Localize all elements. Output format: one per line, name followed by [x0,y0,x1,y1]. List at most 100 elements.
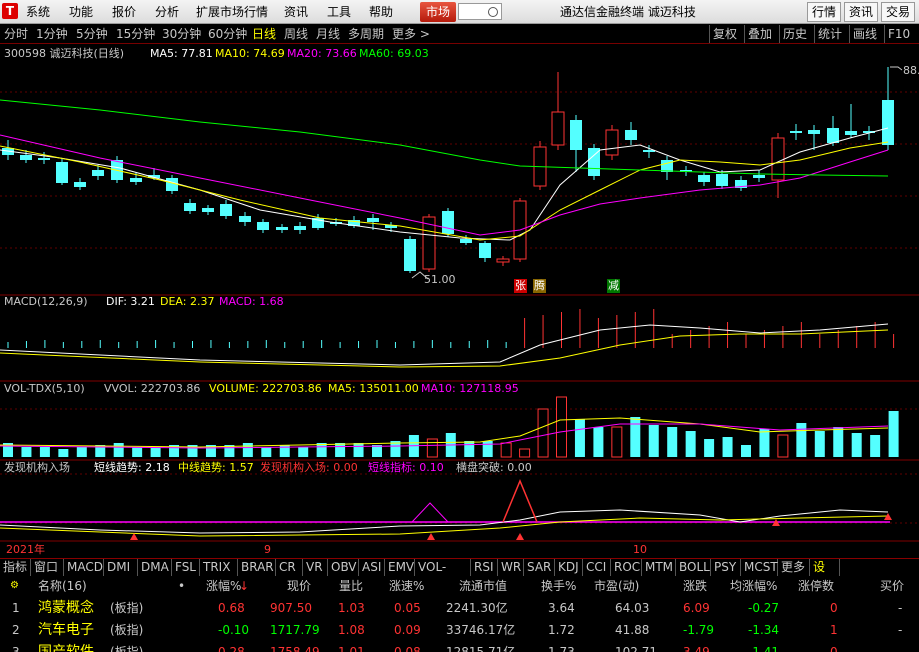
indicator-tab-9[interactable]: VR [303,559,328,576]
table-row-1-tag: (板指) [110,623,144,637]
period-day[interactable]: 日线 [252,24,276,44]
col-limit-up-count[interactable]: 涨停数 [798,576,834,596]
vol-bar-29 [537,408,549,458]
col-bid[interactable]: 买价 [880,576,904,596]
candle-body-39 [716,174,728,186]
indicator-tab-4[interactable]: DMA [138,559,172,576]
indicator-tab-13[interactable]: VOL-TDX [415,559,471,590]
col-name[interactable]: 名称(16) [38,576,87,596]
vol-bar-2 [39,447,50,457]
menu-quote[interactable]: 报价 [112,0,136,24]
candle-body-33 [605,129,619,156]
indicator-tab-5[interactable]: FSL [172,559,200,576]
table-row-0-zt: 0 [830,601,838,615]
indicator-tab-11[interactable]: ASI [359,559,385,576]
col-market-value[interactable]: 流通市值 [459,576,507,596]
search-input[interactable] [458,3,502,20]
market-button[interactable]: 市场 [420,2,456,22]
inst-up-arrow-1 [427,533,435,540]
table-row-1-turn: 1.72 [548,623,575,637]
col-pe[interactable]: 市盈(动) [594,576,639,596]
table-row-1-mv: 33746.17亿 [446,623,516,637]
search-icon [488,7,498,17]
vol-bar-41 [759,429,770,457]
draw-button[interactable]: 画线 [849,25,880,43]
table-row-2-buy: - [898,645,903,652]
inst-mid-line [0,515,889,537]
table-row-0-name[interactable]: 鸿蒙概念 [38,598,94,618]
indicator-tab-12[interactable]: EMV [385,559,415,576]
indicator-tab-7[interactable]: BRAR [238,559,276,576]
indicator-tab-22[interactable]: PSY [711,559,741,576]
trade-button[interactable]: 交易 [881,2,916,22]
col-change[interactable]: 涨跌 [683,576,707,596]
menu-system[interactable]: 系统 [26,0,50,24]
indicator-tab-21[interactable]: BOLL [676,559,711,576]
period-week[interactable]: 周线 [284,24,308,44]
history-button[interactable]: 历史 [779,25,810,43]
col-turnover[interactable]: 换手% [541,576,576,596]
table-row-2-name[interactable]: 国产软件 [38,642,94,652]
table-row-2-zd: 3.49 [683,645,710,652]
indicator-tab-19[interactable]: ROC [611,559,642,576]
table-row-0-avg: -0.27 [748,601,780,615]
candle-body-26 [479,243,491,258]
menu-news[interactable]: 资讯 [284,0,308,24]
indicator-tab-16[interactable]: SAR [524,559,555,576]
vol-bar-42 [777,434,789,458]
col-price[interactable]: 现价 [287,576,311,596]
indicator-tab-17[interactable]: KDJ [555,559,583,576]
vol-ma5-line [0,417,889,448]
f10-button[interactable]: F10 [884,25,913,43]
period-5min[interactable]: 5分钟 [76,24,108,44]
menu-tools[interactable]: 工具 [327,0,351,24]
overlay-button[interactable]: 叠加 [744,25,775,43]
table-row-0-buy: - [898,601,903,615]
col-volume-ratio[interactable]: 量比 [339,576,363,596]
app-logo-icon: T [2,3,18,19]
menu-help[interactable]: 帮助 [369,0,393,24]
period-30min[interactable]: 30分钟 [162,24,201,44]
indicator-tab-1[interactable]: 窗口 [31,559,64,576]
period-multi[interactable]: 多周期 [348,24,384,44]
indicator-tab-20[interactable]: MTM [642,559,676,576]
adjust-button[interactable]: 复权 [709,25,740,43]
indicator-tab-18[interactable]: CCI [583,559,611,576]
indicator-tab-15[interactable]: WR [498,559,524,576]
candle-body-20 [367,218,379,222]
menu-analysis[interactable]: 分析 [155,0,179,24]
vol-bar-7 [132,447,143,457]
col-change-pct[interactable]: 涨幅% [206,576,241,596]
indicator-tab-2[interactable]: MACD [64,559,104,576]
indicator-tab-8[interactable]: CR [276,559,303,576]
period-timeshare[interactable]: 分时 [4,24,28,44]
inst-name-label: 发现机构入场 [4,461,70,474]
period-1min[interactable]: 1分钟 [36,24,68,44]
period-60min[interactable]: 60分钟 [208,24,247,44]
stats-button[interactable]: 统计 [814,25,845,43]
menu-extended-market[interactable]: 扩展市场行情 [196,0,268,24]
indicator-tab-6[interactable]: TRIX [200,559,238,576]
indicator-tab-24[interactable]: 更多 [778,559,810,576]
ma60-label: MA60: 69.03 [359,47,429,60]
col-speed[interactable]: 涨速% [389,576,424,596]
quote-button[interactable]: 行情 [807,2,842,22]
indicator-tab-10[interactable]: OBV [328,559,359,576]
menu-function[interactable]: 功能 [69,0,93,24]
indicator-tab-14[interactable]: RSI [471,559,498,576]
indicator-tab-3[interactable]: DMI [104,559,138,576]
vol-bar-38 [704,439,715,457]
news-button[interactable]: 资讯 [844,2,879,22]
table-row-2-idx: 3 [12,645,20,652]
table-row-1-name[interactable]: 汽车电子 [38,620,94,640]
indicator-tab-0[interactable]: 指标 [0,559,31,576]
candle-body-15 [276,227,288,230]
indicator-tab-25[interactable]: 设置 [810,559,840,590]
indicator-tab-23[interactable]: MCST [741,559,778,576]
period-month[interactable]: 月线 [316,24,340,44]
period-15min[interactable]: 15分钟 [116,24,155,44]
col-dot: • [178,579,186,593]
period-more[interactable]: 更多 > [392,24,430,44]
candle-body-16 [294,226,306,230]
col-avg-change[interactable]: 均涨幅% [730,576,777,596]
